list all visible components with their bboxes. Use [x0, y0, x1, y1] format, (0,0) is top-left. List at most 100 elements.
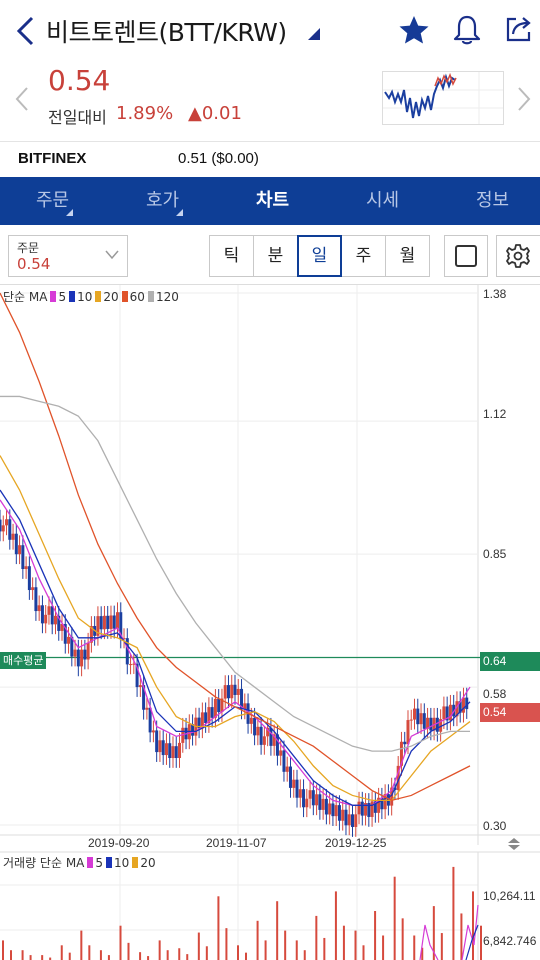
share-icon[interactable] [504, 14, 534, 44]
candle-body [40, 605, 44, 624]
candle-body [279, 750, 283, 756]
ma-60-line [0, 292, 471, 802]
x-tick-label: 2019-09-20 [88, 836, 150, 850]
y-tick-label: 0.58 [483, 687, 507, 701]
tab-market-price[interactable]: 시세 [366, 177, 399, 225]
candle-body [259, 726, 263, 745]
candle-body [73, 649, 77, 657]
ma-10-swatch [69, 291, 76, 302]
candle-body [116, 612, 119, 629]
tab-chart[interactable]: 차트 [256, 177, 289, 225]
resize-chart-icon[interactable] [506, 836, 522, 852]
back-arrow-icon[interactable] [12, 14, 40, 48]
candle-body [298, 789, 302, 798]
volume-bar [362, 945, 365, 960]
candle-body [315, 794, 319, 806]
volume-tick-label: 6,842.746 [483, 934, 537, 948]
candle-body [302, 789, 306, 808]
candle-body [435, 717, 439, 732]
candle-body [31, 587, 35, 591]
app-header: 비트토렌트(BTT/KRW) [0, 0, 540, 62]
candle-body [138, 685, 142, 688]
candle-body [86, 642, 90, 660]
volume-bar [205, 946, 208, 960]
candle-body [429, 717, 433, 731]
volume-bar [217, 896, 220, 960]
period-selector: 틱 분 일 주 월 [209, 235, 430, 277]
volume-bar [119, 925, 122, 960]
chart-settings-button[interactable] [496, 235, 540, 277]
candle-body [334, 805, 338, 817]
volume-bar [334, 891, 337, 960]
volume-bar [60, 945, 63, 960]
tab-orderbook[interactable]: 호가 [146, 177, 184, 225]
candle-body [230, 684, 234, 699]
candle-body [448, 704, 452, 721]
period-week-button[interactable]: 주 [341, 235, 386, 277]
volume-bar [166, 950, 169, 960]
volume-bar [99, 950, 102, 960]
main-tabbar: 주문 호가 차트 시세 정보 [0, 177, 540, 225]
candle-body [354, 814, 358, 827]
period-tick-button[interactable]: 틱 [209, 235, 254, 277]
candle-body [14, 533, 18, 555]
candle-body [416, 708, 420, 725]
candle-body [282, 750, 286, 772]
period-minute-button[interactable]: 분 [253, 235, 298, 277]
candle-body [0, 519, 2, 532]
next-coin-chevron-icon[interactable] [516, 86, 532, 112]
period-month-button[interactable]: 월 [385, 235, 430, 277]
candle-body [288, 766, 292, 788]
title-dropdown-caret-icon[interactable] [308, 28, 320, 40]
volume-bar [256, 920, 259, 960]
candle-body [217, 698, 221, 713]
y-tick-label: 1.38 [483, 287, 507, 301]
volume-bar [382, 935, 385, 960]
tab-orderbook-label: 호가 [146, 190, 180, 211]
order-price-select[interactable]: 주문 0.54 [8, 235, 128, 277]
exchange-row: BITFINEX 0.51 ($0.00) [0, 142, 540, 177]
candle-body [331, 803, 335, 817]
volume-bar [21, 950, 24, 960]
ma-legend: 단순 MA 5 10 20 60 120 [3, 288, 179, 305]
notification-bell-icon[interactable] [452, 14, 482, 46]
volume-bar [284, 930, 287, 960]
favorite-star-icon[interactable] [398, 14, 430, 46]
candle-body [253, 717, 257, 736]
candle-body [341, 809, 345, 821]
ma-120-swatch [147, 291, 154, 302]
tab-info[interactable]: 정보 [476, 177, 509, 225]
volume-bar [401, 918, 404, 960]
candle-body [461, 697, 465, 713]
candle-body [109, 615, 113, 629]
page-title[interactable]: 비트토렌트(BTT/KRW) [46, 13, 287, 49]
ma-120-label: 120 [155, 290, 179, 304]
candle-body [99, 616, 103, 630]
candle-body [422, 713, 426, 729]
candle-body [403, 741, 407, 745]
candle-body [178, 742, 182, 759]
volume-bar [41, 955, 44, 960]
volume-bar [264, 940, 267, 960]
change-percent: 1.89% [116, 103, 174, 124]
period-day-button[interactable]: 일 [297, 235, 342, 277]
drawing-tool-button[interactable] [444, 235, 488, 277]
previous-coin-chevron-icon[interactable] [14, 86, 30, 112]
candle-body [80, 649, 84, 667]
candle-body [164, 743, 168, 756]
candle-body [27, 566, 31, 591]
candle-body [5, 519, 9, 526]
tab-order[interactable]: 주문 [36, 177, 74, 225]
volume-bar [107, 955, 110, 960]
mini-price-chart[interactable] [382, 71, 504, 125]
x-tick-label: 2019-11-07 [206, 836, 267, 850]
candle-body [233, 684, 237, 695]
candle-body [223, 685, 227, 699]
candle-body [1, 525, 5, 532]
candle-body [171, 746, 175, 759]
candle-body [305, 798, 309, 808]
gear-icon [506, 244, 530, 268]
current-price-tag: 0.54 [480, 703, 540, 722]
price-chart-area[interactable]: 단순 MA 5 10 20 60 120 1.38 1.12 0.85 0.58 0.30… [0, 285, 540, 960]
candle-body [76, 649, 80, 667]
